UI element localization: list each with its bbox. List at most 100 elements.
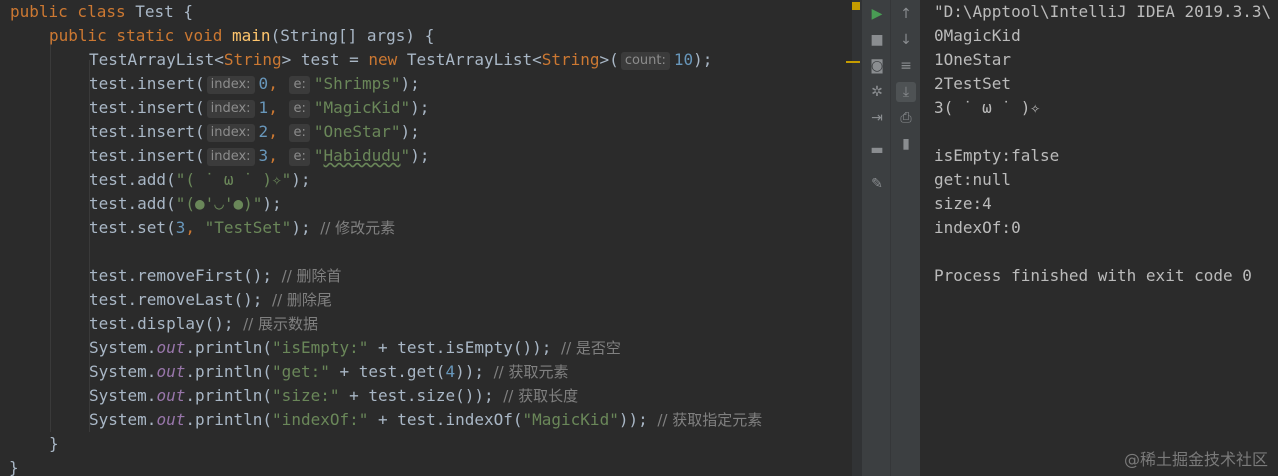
scroll-to-end-icon[interactable]: ⤓ — [896, 82, 916, 102]
code-line-15: System.out.println("isEmpty:" + test.isE… — [89, 336, 621, 360]
gear-icon[interactable]: ✲ — [867, 82, 887, 102]
editor-scrollbar[interactable] — [852, 0, 862, 476]
separator: , — [268, 98, 288, 117]
code-line-3: TestArrayList<String> test = new TestArr… — [89, 48, 712, 72]
code-text: TestArrayList< — [406, 50, 542, 69]
code-line-2: public static void main(String[] args) { — [49, 24, 434, 48]
parameter-hint: index: — [206, 148, 255, 166]
comment: // 修改元素 — [320, 219, 396, 237]
code-text: .println( — [185, 362, 273, 381]
stop-icon[interactable]: ■ — [867, 30, 887, 50]
code-text: test.insert( — [89, 122, 205, 141]
warning-marker[interactable] — [852, 2, 860, 10]
console-exit-line: Process finished with exit code 0 — [934, 266, 1252, 285]
static-field: out — [156, 362, 186, 381]
parameter-hint: index: — [206, 100, 255, 118]
code-text: TestArrayList< — [89, 50, 224, 69]
code-text: ); — [262, 194, 282, 213]
camera-icon[interactable]: ◙ — [867, 56, 887, 76]
toolbar-divider — [890, 0, 891, 476]
code-text: test.removeLast(); — [89, 290, 273, 309]
number-literal: 3 — [175, 218, 186, 237]
code-text: ); — [410, 98, 430, 117]
string-literal: "MagicKid" — [522, 410, 619, 429]
separator: , — [268, 146, 288, 165]
parameter-hint: index: — [206, 76, 255, 94]
string-literal: "OneStar" — [313, 122, 401, 141]
code-text: test.add( — [89, 194, 176, 213]
console-line: isEmpty:false — [934, 146, 1060, 165]
code-line-4: test.insert(index: 0, e: "Shrimps"); — [89, 72, 420, 96]
separator: , — [185, 218, 205, 237]
run-console[interactable]: "D:\Apptool\IntelliJ IDEA 2019.3.3\ 0Mag… — [920, 0, 1278, 476]
comment: // 删除首 — [281, 267, 342, 285]
number-literal: 1 — [258, 98, 269, 117]
watermark: @稀土掘金技术社区 — [1123, 450, 1268, 469]
code-text: + test.isEmpty()); — [368, 338, 562, 357]
keyword: String — [541, 50, 600, 69]
arrow-down-icon[interactable]: ↓ — [896, 30, 916, 50]
comment: // 获取长度 — [503, 387, 579, 405]
code-text: ); — [400, 74, 420, 93]
separator: , — [268, 122, 288, 141]
string-literal: "isEmpty:" — [272, 338, 369, 357]
console-line: 2TestSet — [934, 74, 1012, 93]
number-literal: 4 — [445, 362, 456, 381]
code-text: System. — [89, 338, 157, 357]
indent-guide — [50, 36, 51, 432]
code-line-7: test.insert(index: 3, e: "Habidudu"); — [89, 144, 429, 168]
string-literal: "( ˙ ω ˙ )✧" — [175, 170, 292, 189]
code-text: test.set( — [89, 218, 176, 237]
ide-window: public class Test { public static void m… — [0, 0, 1278, 476]
print-icon[interactable]: ⎙ — [896, 108, 916, 128]
comment: // 展示数据 — [243, 315, 319, 333]
number-literal: 10 — [673, 50, 694, 69]
string-literal: "TestSet" — [204, 218, 292, 237]
code-text: System. — [89, 386, 157, 405]
keyword: new — [368, 50, 407, 69]
parameter-hint: e: — [289, 100, 310, 118]
comment: // 获取指定元素 — [657, 411, 763, 429]
static-field: out — [156, 410, 186, 429]
code-editor[interactable]: public class Test { public static void m… — [0, 0, 852, 476]
code-text: test.insert( — [89, 74, 205, 93]
console-line: get:null — [934, 170, 1012, 189]
string-literal: "indexOf:" — [272, 410, 369, 429]
number-literal: 0 — [258, 74, 269, 93]
keyword: public static void — [49, 26, 233, 45]
code-line-6: test.insert(index: 2, e: "OneStar"); — [89, 120, 420, 144]
code-text: + test.size()); — [339, 386, 504, 405]
code-line-9: test.add("(●'◡'●)"); — [89, 192, 282, 216]
error-stripe-mark[interactable] — [846, 61, 860, 63]
parameter-hint: index: — [206, 124, 255, 142]
code-text: (String[] args) { — [270, 26, 435, 45]
number-literal: 2 — [258, 122, 269, 141]
console-line: 3( ˙ ω ˙ )✧ — [934, 98, 1040, 117]
code-text: >( — [599, 50, 619, 69]
code-text: test.insert( — [89, 98, 205, 117]
static-field: out — [156, 386, 186, 405]
parameter-hint: e: — [289, 148, 310, 166]
arrow-up-icon[interactable]: ↑ — [896, 4, 916, 24]
play-icon[interactable]: ▶ — [867, 4, 887, 24]
soft-wrap-icon[interactable]: ≡ — [896, 56, 916, 76]
code-text: test.insert( — [89, 146, 205, 165]
layout-icon[interactable]: ▬ — [867, 140, 887, 160]
code-text: )); — [618, 410, 658, 429]
code-text: > test = — [281, 50, 369, 69]
code-line-18: System.out.println("indexOf:" + test.ind… — [89, 408, 762, 432]
console-line: indexOf:0 — [934, 218, 1021, 237]
code-line-12: test.removeFirst(); // 删除首 — [89, 264, 342, 288]
pin-icon[interactable]: ✎ — [867, 174, 887, 194]
parameter-hint: e: — [289, 124, 310, 142]
separator: , — [268, 74, 288, 93]
code-text: test.add( — [89, 170, 176, 189]
console-line: 0MagicKid — [934, 26, 1021, 45]
exit-icon[interactable]: ⇥ — [867, 108, 887, 128]
code-text: ); — [291, 218, 321, 237]
trash-icon[interactable]: ▮ — [896, 134, 916, 154]
string-literal: "get:" — [272, 362, 330, 381]
code-text: ); — [410, 146, 430, 165]
string-literal: "(●'◡'●)" — [175, 194, 263, 213]
console-line: 1OneStar — [934, 50, 1012, 69]
